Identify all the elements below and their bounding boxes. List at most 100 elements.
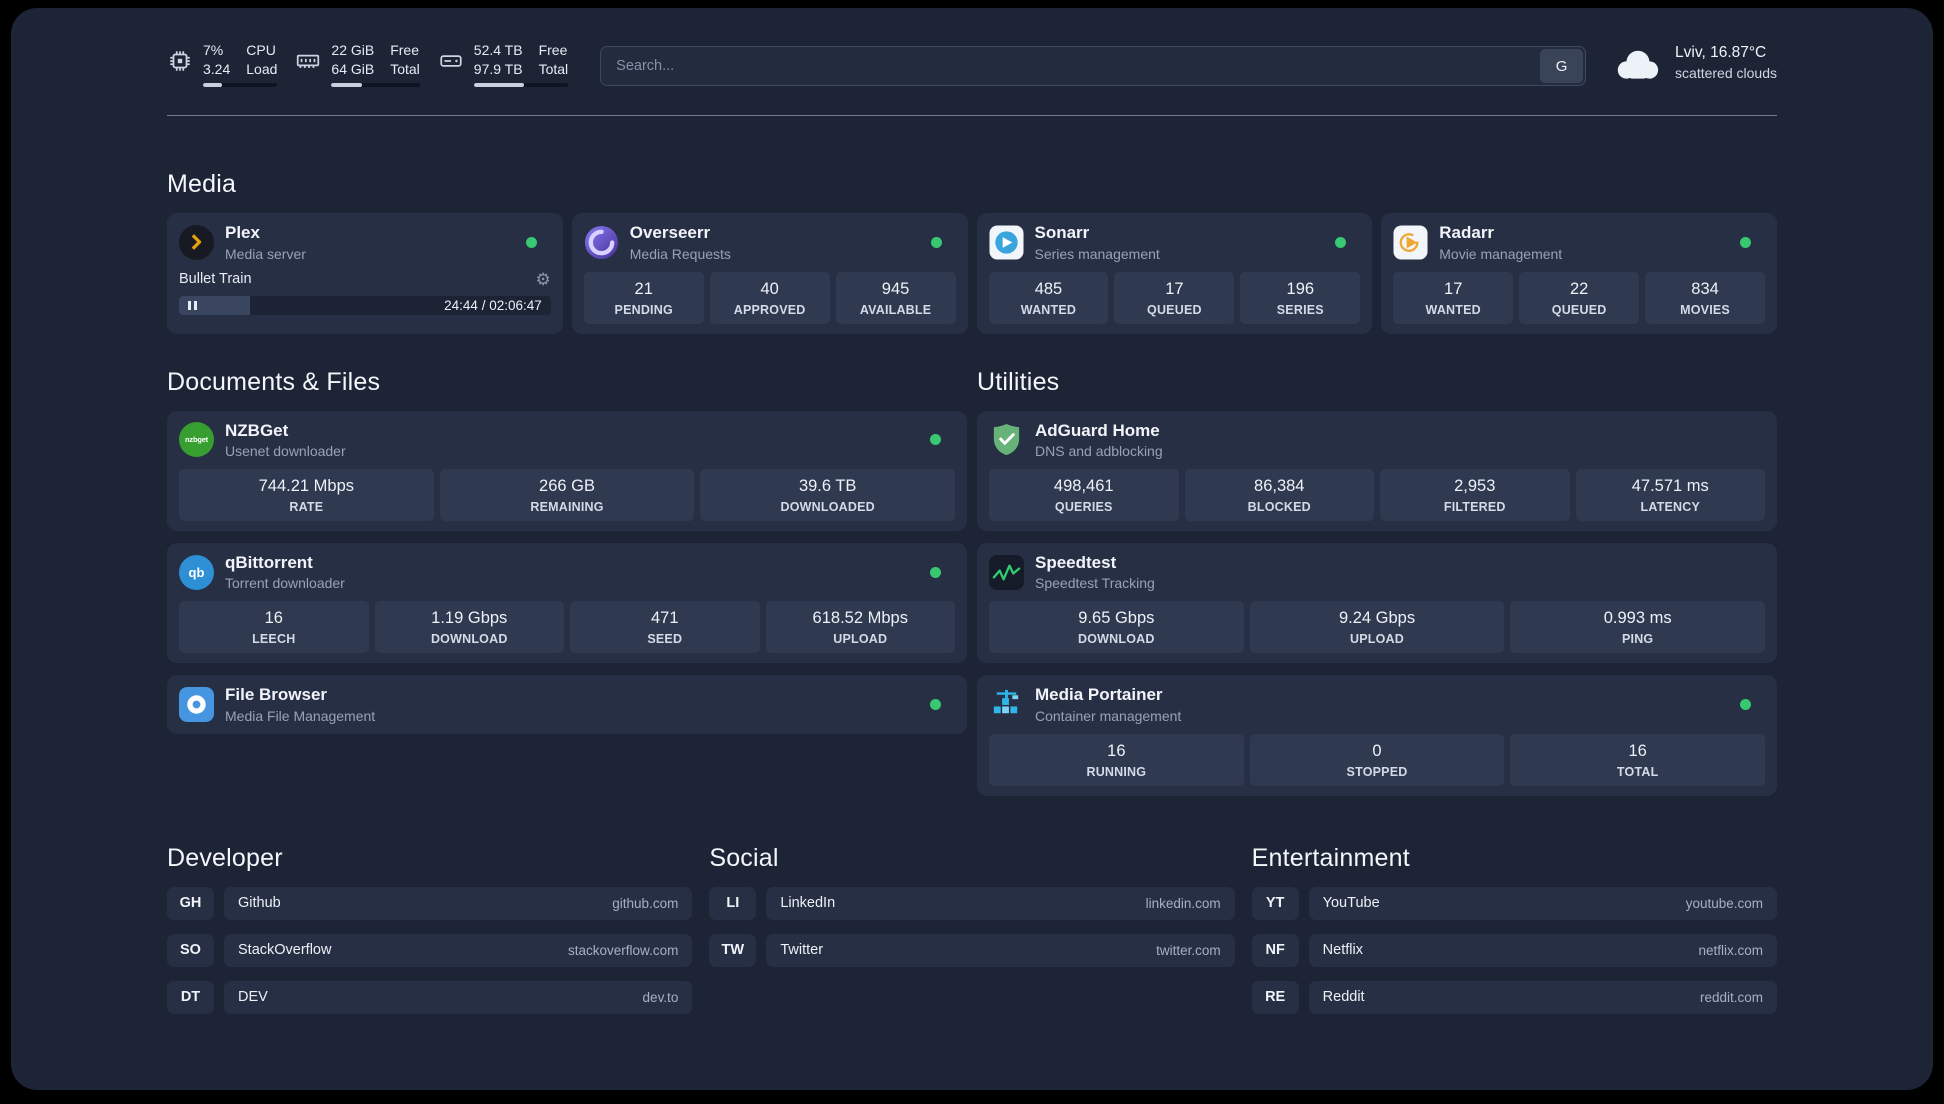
bookmark-url: github.com (612, 895, 679, 911)
app-subtitle: Container management (1035, 707, 1182, 724)
app-subtitle: DNS and adblocking (1035, 443, 1163, 460)
section-title-media: Media (167, 170, 237, 199)
app-subtitle: Media Requests (629, 245, 731, 262)
pause-icon[interactable] (188, 300, 197, 310)
section-title-documents: Documents & Files (167, 367, 381, 396)
stat-remaining: 266 GB REMAINING (439, 469, 695, 521)
status-dot (930, 698, 941, 710)
qbittorrent-icon: qb (179, 554, 214, 590)
disk-usage-bar (473, 83, 569, 88)
stat-rate: 744.21 Mbps RATE (179, 469, 434, 521)
stat-ping: 0.993 ms PING (1510, 601, 1766, 654)
bookmark-name: Reddit (1322, 989, 1365, 1006)
cloud-icon (1612, 46, 1662, 80)
dashboard: 7% 3.24 CPU Load 22 GiB 64 GiB Free Tota… (11, 8, 1933, 1090)
app-card-radarr[interactable]: Radarr Movie management 17 WANTED 22 QUEUE… (1381, 213, 1777, 334)
search-input[interactable] (600, 46, 1587, 86)
app-card-sonarr[interactable]: Sonarr Series management 485 WANTED 17 QUE… (976, 213, 1373, 334)
cpu-widget: 7% 3.24 CPU Load (167, 42, 278, 88)
app-card-filebrowser[interactable]: File Browser Media File Management (167, 675, 967, 734)
stat-filtered: 2,953 FILTERED (1380, 469, 1570, 521)
weather-location-temp: Lviv, 16.87°C (1675, 44, 1767, 61)
bookmark-url: dev.to (642, 989, 679, 1005)
cpu-label-top: CPU (246, 42, 276, 58)
bookmark-stackoverflow[interactable]: SO StackOverflow stackoverflow.com (167, 933, 693, 967)
bookmark-url: stackoverflow.com (568, 942, 679, 958)
app-card-portainer[interactable]: Media Portainer Container management 16 R… (977, 675, 1777, 796)
app-card-overseerr[interactable]: Overseerr Media Requests 21 PENDING 40 APP… (571, 213, 968, 334)
stat-available: 945 AVAILABLE (835, 271, 956, 324)
stat-download: 1.19 Gbps DOWNLOAD (374, 601, 564, 654)
bookmark-name: StackOverflow (238, 942, 332, 959)
stat-downloaded: 39.6 TB DOWNLOADED (700, 469, 956, 521)
stat-upload: 9.24 Gbps UPLOAD (1249, 601, 1505, 654)
bookmark-reddit[interactable]: RE Reddit reddit.com (1251, 980, 1777, 1014)
memory-total-value: 64 GiB (331, 61, 375, 78)
bookmark-github[interactable]: GH Github github.com (167, 886, 693, 920)
bookmark-abbr: NF (1251, 933, 1299, 967)
top-bar: 7% 3.24 CPU Load 22 GiB 64 GiB Free Tota… (167, 42, 1777, 88)
bookmark-url: linkedin.com (1145, 895, 1221, 911)
bookmark-dev[interactable]: DT DEV dev.to (167, 980, 693, 1014)
search-bar: G (600, 46, 1587, 86)
bookmark-twitter[interactable]: TW Twitter twitter.com (709, 933, 1235, 967)
bookmark-abbr: SO (167, 933, 214, 967)
section-title-entertainment: Entertainment (1251, 843, 1410, 872)
app-name: NZBGet (225, 420, 289, 440)
bookmark-url: twitter.com (1156, 942, 1221, 958)
app-subtitle: Movie management (1439, 245, 1563, 262)
memory-label-top: Free (390, 42, 420, 58)
bookmark-abbr: GH (167, 886, 214, 920)
search-engine-button[interactable]: G (1540, 49, 1584, 83)
overseerr-icon (584, 225, 619, 260)
status-dot (1740, 698, 1751, 710)
bookmark-abbr: LI (709, 886, 757, 920)
status-dot (1335, 236, 1347, 248)
bookmark-url: netflix.com (1698, 942, 1763, 958)
bookmark-name: Netflix (1322, 942, 1363, 959)
bookmark-group-developer: Developer GH Github github.com SO StackO… (167, 843, 693, 1028)
bookmark-name: Github (238, 895, 281, 912)
cpu-label-bottom: Load (246, 61, 278, 78)
stat-movies: 834 MOVIES (1645, 271, 1766, 324)
stat-queued: 22 QUEUED (1519, 271, 1640, 324)
bookmark-netflix[interactable]: NF Netflix netflix.com (1251, 933, 1777, 967)
bookmark-linkedin[interactable]: LI LinkedIn linkedin.com (709, 886, 1235, 920)
bookmark-url: reddit.com (1699, 989, 1763, 1005)
portainer-icon (989, 687, 1024, 722)
stat-leech: 16 LEECH (179, 601, 369, 654)
cpu-load-value: 3.24 (203, 61, 231, 78)
app-subtitle: Usenet downloader (225, 443, 346, 460)
ram-icon (295, 48, 321, 74)
bookmark-youtube[interactable]: YT YouTube youtube.com (1251, 886, 1777, 920)
app-subtitle: Media server (225, 245, 306, 262)
app-card-plex[interactable]: Plex Media server Bullet Train ⚙ 24:44 /… (167, 213, 563, 334)
disk-label-bottom: Total (538, 61, 569, 78)
app-card-speedtest[interactable]: Speedtest Speedtest Tracking 9.65 Gbps DO… (977, 542, 1777, 664)
section-title-developer: Developer (167, 843, 283, 872)
memory-widget: 22 GiB 64 GiB Free Total (295, 42, 420, 88)
stat-running: 16 RUNNING (989, 733, 1244, 786)
stat-seed: 471 SEED (570, 601, 760, 654)
app-subtitle: Series management (1034, 245, 1160, 262)
gear-icon[interactable]: ⚙ (536, 271, 551, 288)
now-playing-title: Bullet Train (179, 271, 252, 288)
documents-column: Documents & Files nzbget NZBGet Usenet d… (167, 368, 967, 796)
app-name: File Browser (225, 685, 328, 705)
stat-wanted: 17 WANTED (1393, 271, 1514, 324)
stat-pending: 21 PENDING (583, 271, 704, 324)
media-grid: Plex Media server Bullet Train ⚙ 24:44 /… (167, 213, 1777, 334)
utilities-column: Utilities AdGuard Home DNS and adblockin… (977, 368, 1777, 796)
bookmark-name: Twitter (780, 942, 824, 959)
disk-label-top: Free (538, 42, 568, 58)
adguard-icon (989, 422, 1024, 457)
playback-progress-bar[interactable]: 24:44 / 02:06:47 (179, 295, 551, 315)
app-card-qbittorrent[interactable]: qb qBittorrent Torrent downloader 16 LEEC… (167, 542, 967, 664)
bookmark-name: LinkedIn (780, 895, 836, 912)
status-dot (930, 434, 941, 446)
nzbget-icon: nzbget (179, 422, 214, 458)
app-card-adguard[interactable]: AdGuard Home DNS and adblocking 498,461 Q… (977, 410, 1777, 531)
stat-series: 196 SERIES (1240, 271, 1361, 324)
stat-approved: 40 APPROVED (709, 271, 830, 324)
app-card-nzbget[interactable]: nzbget NZBGet Usenet downloader 744.21 M… (167, 410, 967, 531)
